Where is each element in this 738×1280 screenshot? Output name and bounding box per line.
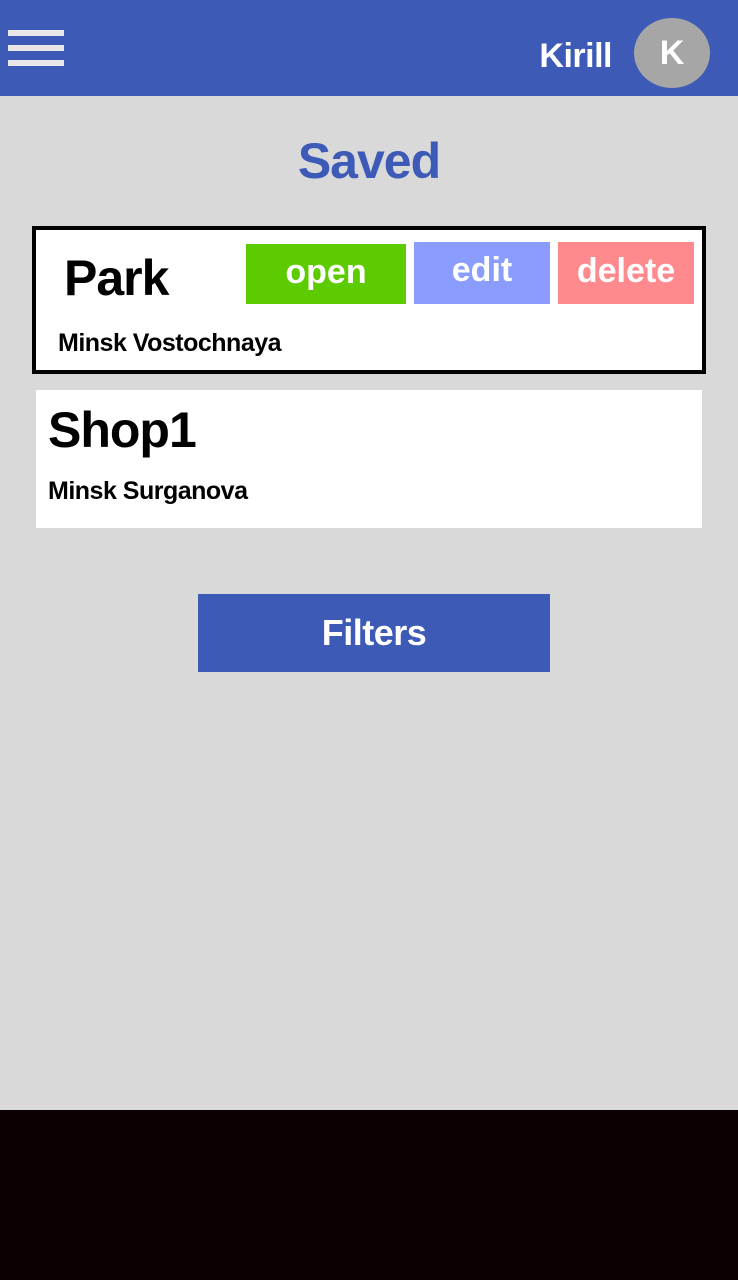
bottom-system-bar: [0, 1110, 738, 1280]
menu-line: [8, 30, 64, 36]
menu-line: [8, 60, 64, 66]
page-title: Saved: [297, 133, 441, 189]
saved-item-address: Minsk Surganova: [48, 477, 248, 505]
user-name[interactable]: Kirill: [539, 36, 612, 76]
delete-button[interactable]: delete: [558, 242, 694, 304]
saved-item-name: Shop1: [48, 402, 197, 458]
hamburger-menu-icon[interactable]: [8, 30, 64, 66]
avatar[interactable]: K: [634, 18, 710, 88]
top-app-bar: Kirill K: [0, 0, 738, 96]
filters-button[interactable]: Filters: [198, 594, 550, 672]
saved-item-card[interactable]: Shop1 Minsk Surganova: [36, 390, 702, 528]
saved-item-name: Park: [64, 250, 169, 306]
edit-button[interactable]: edit: [414, 242, 550, 304]
saved-item-address: Minsk Vostochnaya: [58, 329, 282, 357]
open-button[interactable]: open: [246, 244, 406, 304]
app-screen: Kirill K Saved Park open edit delete Min…: [0, 0, 738, 1280]
saved-item-card-selected[interactable]: Park open edit delete Minsk Vostochnaya: [32, 226, 706, 374]
menu-line: [8, 45, 64, 51]
